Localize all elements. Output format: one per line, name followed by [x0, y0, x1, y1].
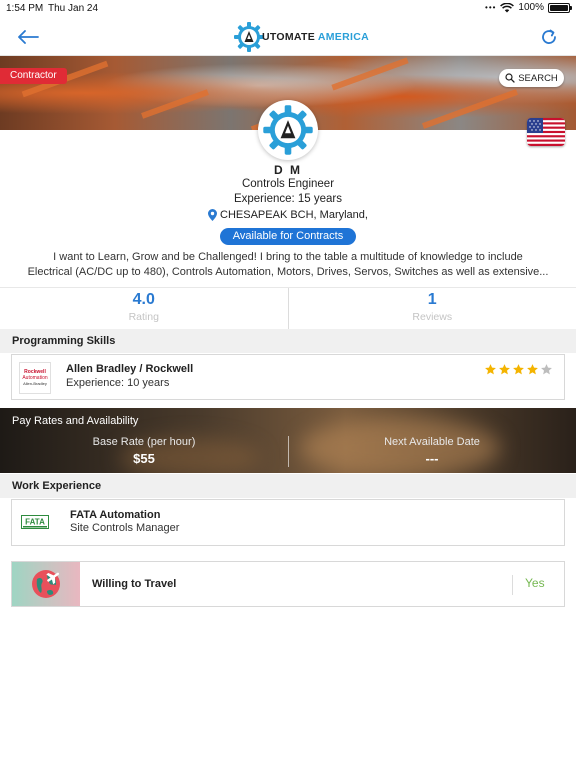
profile-bio[interactable]: I want to Learn, Grow and be Challenged!… — [14, 250, 562, 280]
profile-title: Controls Engineer — [241, 178, 335, 190]
gear-logo-icon — [234, 22, 264, 52]
travel-label: Willing to Travel — [92, 578, 177, 590]
rating-stat[interactable]: 4.0 Rating — [0, 288, 288, 329]
bio-line: Electrical (AC/DC up to 480), Controls A… — [27, 266, 549, 278]
work-experience-header: Work Experience — [0, 474, 576, 498]
back-arrow-icon — [18, 30, 39, 44]
us-flag-icon — [527, 118, 565, 146]
work-role: Site Controls Manager — [70, 522, 180, 534]
rockwell-logo: Rockwell Automation Allen-Bradley — [19, 362, 51, 394]
location-pin-icon — [208, 209, 218, 221]
willing-to-travel-card[interactable]: Willing to Travel Yes — [11, 561, 565, 607]
next-available: Next Available Date --- — [288, 436, 576, 466]
status-time: 1:54 PM — [6, 3, 44, 14]
profile-stats: 4.0 Rating 1 Reviews — [0, 287, 576, 329]
star-icon — [513, 364, 524, 375]
next-available-value: --- — [425, 451, 439, 466]
rating-label: Rating — [128, 311, 159, 323]
skill-experience: Experience: 10 years — [66, 377, 170, 389]
contractor-badge: Contractor — [0, 68, 67, 84]
status-date: Thu Jan 24 — [48, 3, 99, 14]
svg-text:FATA: FATA — [25, 518, 45, 527]
wifi-icon — [500, 2, 515, 12]
fata-logo: FATA — [21, 515, 49, 529]
profile-name: D M — [274, 163, 302, 177]
base-rate-value: $55 — [133, 451, 155, 466]
work-experience-card[interactable]: FATA FATA Automation Site Controls Manag… — [11, 499, 565, 546]
programming-skills-header: Programming Skills — [0, 329, 576, 353]
status-bar: 1:54 PM Thu Jan 24 ••• 100% — [0, 0, 576, 18]
refresh-icon — [542, 29, 556, 44]
app-logo: UTOMATE AMERICA — [232, 20, 369, 54]
divider — [512, 575, 513, 595]
next-available-label: Next Available Date — [384, 436, 480, 448]
status-indicators: ••• 100% — [485, 2, 572, 13]
work-company: FATA Automation — [70, 509, 161, 521]
skill-rating-stars — [484, 363, 553, 376]
profile-avatar — [258, 100, 318, 160]
pay-rates-header: Pay Rates and Availability — [12, 415, 139, 427]
rating-value: 4.0 — [132, 291, 155, 308]
search-label: SEARCH — [518, 72, 558, 84]
skill-name: Allen Bradley / Rockwell — [66, 363, 194, 375]
star-icon — [527, 364, 538, 375]
base-rate: Base Rate (per hour) $55 — [0, 436, 288, 466]
globe-plane-icon — [12, 562, 80, 606]
bio-line: I want to Learn, Grow and be Challenged!… — [53, 251, 523, 263]
availability-badge: Available for Contracts — [220, 228, 356, 245]
pay-rates-section: Pay Rates and Availability Base Rate (pe… — [0, 408, 576, 473]
back-button[interactable] — [14, 24, 42, 50]
base-rate-label: Base Rate (per hour) — [92, 436, 196, 448]
search-icon — [505, 73, 515, 83]
profile-location: CHESAPEAK BCH, Maryland, — [0, 209, 576, 221]
reviews-label: Reviews — [412, 311, 453, 323]
reviews-stat[interactable]: 1 Reviews — [287, 288, 576, 329]
skill-card[interactable]: Rockwell Automation Allen-Bradley Allen … — [11, 354, 565, 400]
star-icon — [485, 364, 496, 375]
travel-value: Yes — [525, 576, 545, 590]
star-icon — [541, 364, 552, 375]
refresh-button[interactable] — [536, 24, 562, 50]
reviews-value: 1 — [427, 291, 437, 308]
profile-experience: Experience: 15 years — [233, 193, 343, 205]
search-button[interactable]: SEARCH — [499, 69, 564, 87]
nav-bar: UTOMATE AMERICA — [0, 18, 576, 56]
battery-percent: 100% — [518, 2, 544, 13]
more-dots-icon: ••• — [485, 3, 497, 12]
star-icon — [499, 364, 510, 375]
gear-logo-icon — [263, 105, 313, 155]
location-text: CHESAPEAK BCH, Maryland, — [220, 209, 368, 221]
brand-name: UTOMATE AMERICA — [262, 31, 369, 43]
battery-icon — [548, 2, 572, 13]
